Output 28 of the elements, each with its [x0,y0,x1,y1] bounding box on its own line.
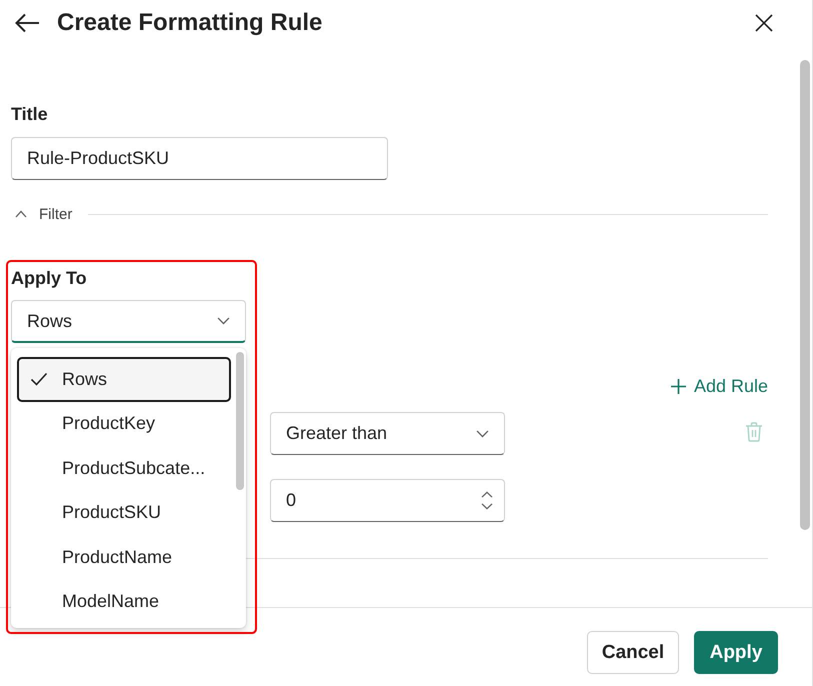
add-rule-button[interactable]: Add Rule [670,374,768,398]
spin-down-icon[interactable] [481,503,493,510]
dropdown-option[interactable]: ProductSKU [17,490,231,535]
dialog-title: Create Formatting Rule [57,8,322,36]
apply-button[interactable]: Apply [694,631,778,674]
scrollbar-thumb[interactable] [800,60,810,530]
close-icon[interactable] [755,14,773,32]
plus-icon [670,378,686,394]
chevron-icon[interactable] [15,210,27,218]
dropdown-option[interactable]: ProductName [17,535,231,580]
filter-toggle[interactable]: Filter [39,206,72,222]
apply-to-label: Apply To [11,267,87,290]
dropdown-option[interactable]: ProductKey [17,402,231,446]
dropdown-option[interactable]: Rows [17,357,231,402]
operator-dropdown[interactable]: Greater than [270,412,505,455]
chevron-down-icon[interactable] [217,317,230,325]
number-input[interactable]: 0 [270,479,505,522]
title-label: Title [11,103,48,126]
chevron-down-icon[interactable] [476,430,489,438]
back-arrow-icon[interactable] [15,12,40,32]
title-input[interactable]: Rule-ProductSKU [11,137,388,180]
cancel-button[interactable]: Cancel [587,631,679,674]
dropdown-option[interactable]: ProductSubcate... [17,446,231,490]
list-scrollbar-thumb[interactable] [236,352,244,490]
checkmark-icon [30,372,48,386]
spin-up-icon[interactable] [481,491,493,498]
dropdown-option[interactable]: ModelName [17,580,231,624]
apply-to-dropdown[interactable]: Rows [11,300,246,343]
